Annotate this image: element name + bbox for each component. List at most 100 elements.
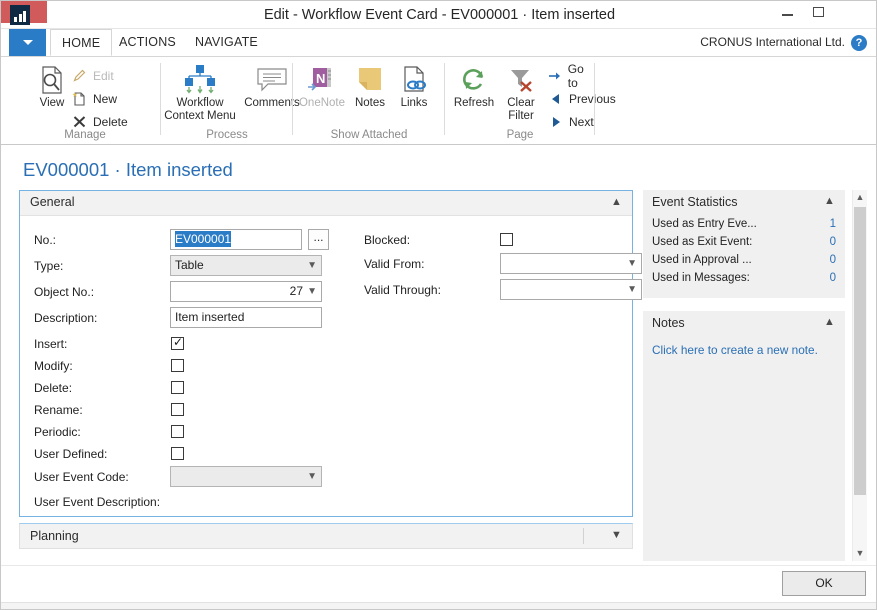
field-row-delete: Delete: <box>20 377 340 399</box>
insert-checkbox[interactable]: ✓ <box>171 335 184 350</box>
maximize-icon <box>813 7 824 17</box>
clear-filter-button[interactable]: Clear Filter <box>497 63 545 123</box>
new-button-label: New <box>93 91 118 106</box>
next-button-label: Next <box>569 114 594 129</box>
stat-row-entry-event: Used as Entry Eve... 1 <box>652 218 836 235</box>
valid-through-input[interactable]: ▼ <box>500 279 642 300</box>
user-event-description-label: User Event Description: <box>34 495 161 509</box>
chevron-down-icon[interactable]: ▼ <box>611 530 622 541</box>
notes-factbox-header[interactable]: Notes ▲ <box>643 311 845 337</box>
rename-checkbox[interactable] <box>171 403 184 416</box>
ribbon-group-manage-label: Manage <box>64 129 106 141</box>
tab-home[interactable]: HOME <box>50 29 113 56</box>
onenote-button-label: OneNote <box>298 97 346 109</box>
ribbon-group-show-attached: N OneNote Notes Links Show Attached <box>293 59 445 143</box>
workflow-context-menu-label-line2: Context Menu <box>164 110 236 122</box>
ok-button[interactable]: OK <box>782 571 866 596</box>
blocked-label: Blocked: <box>364 233 411 247</box>
field-row-user-event-code: User Event Code: ▼ <box>20 466 340 488</box>
workflow-event-card-window: Edit - Workflow Event Card - EV000001 · … <box>0 0 877 610</box>
field-row-blocked: Blocked: <box>350 229 630 251</box>
stat-value: 0 <box>829 236 836 248</box>
chevron-up-icon[interactable]: ▲ <box>611 197 622 208</box>
delete-button-label: Delete <box>93 114 128 129</box>
tab-navigate[interactable]: NAVIGATE <box>184 29 269 56</box>
onenote-button[interactable]: N OneNote <box>295 63 349 110</box>
valid-from-input[interactable]: ▼ <box>500 253 642 274</box>
svg-text:N: N <box>316 71 325 86</box>
page-content: EV000001 · Item inserted General ▲ No.: … <box>1 145 876 565</box>
ribbon-group-page: Refresh Clear Filter Go to Previous Next… <box>445 59 616 143</box>
group-divider <box>594 63 595 135</box>
user-event-code-label: User Event Code: <box>34 470 129 484</box>
stat-row-exit-event: Used as Exit Event: 0 <box>652 236 836 253</box>
title-bar: Edit - Workflow Event Card - EV000001 · … <box>1 1 876 29</box>
type-select[interactable]: Table ▼ <box>170 255 322 276</box>
no-input[interactable]: EV000001 <box>170 229 302 250</box>
chevron-down-icon <box>22 40 33 45</box>
new-button[interactable]: New <box>71 88 117 109</box>
description-input[interactable]: Item inserted <box>170 307 322 328</box>
user-event-code-select[interactable]: ▼ <box>170 466 322 487</box>
workflow-context-menu-button[interactable]: Workflow Context Menu <box>161 63 239 123</box>
user-defined-checkbox[interactable] <box>171 447 184 460</box>
scroll-down-arrow-icon[interactable]: ▼ <box>853 546 867 561</box>
tab-actions[interactable]: ACTIONS <box>108 29 187 56</box>
stat-label: Used in Approval ... <box>652 254 752 266</box>
create-note-link[interactable]: Click here to create a new note. <box>652 343 818 357</box>
notes-factbox: Notes ▲ Click here to create a new note. <box>643 311 845 561</box>
edit-button[interactable]: Edit <box>71 65 114 86</box>
field-row-type: Type: Table ▼ <box>20 255 340 277</box>
field-row-valid-from: Valid From: ▼ <box>350 253 642 275</box>
ribbon-tab-strip: HOME ACTIONS NAVIGATE CRONUS Internation… <box>1 29 876 57</box>
clear-filter-label-line1: Clear <box>507 97 535 109</box>
factbox-pane: Event Statistics ▲ Used as Entry Eve... … <box>643 190 845 561</box>
field-row-insert: Insert: ✓ <box>20 333 340 355</box>
event-statistics-header[interactable]: Event Statistics ▲ <box>643 190 845 216</box>
sticky-note-icon <box>347 63 393 97</box>
planning-fasttab[interactable]: Planning ▼ <box>19 523 633 549</box>
field-row-no: No.: EV000001 ... <box>20 229 340 251</box>
general-fasttab-header[interactable]: General ▲ <box>20 191 632 216</box>
divider <box>583 528 584 544</box>
previous-button[interactable]: Previous <box>547 88 616 109</box>
blocked-checkbox[interactable] <box>500 233 513 246</box>
x-cross-icon <box>71 113 88 130</box>
assist-edit-button[interactable]: ... <box>308 229 329 250</box>
delete-checkbox[interactable] <box>171 381 184 394</box>
chevron-up-icon[interactable]: ▲ <box>824 317 835 328</box>
insert-label: Insert: <box>34 337 68 351</box>
notes-button[interactable]: Notes <box>347 63 393 110</box>
triangle-left-icon <box>547 90 564 107</box>
link-chain-icon <box>391 63 437 97</box>
minimize-icon <box>782 14 793 16</box>
vertical-scrollbar[interactable]: ▲ ▼ <box>852 190 867 561</box>
pencil-icon <box>71 67 88 84</box>
help-icon[interactable]: ? <box>851 35 867 51</box>
general-fasttab-title: General <box>30 195 75 209</box>
object-no-input[interactable]: 27 ▼ <box>170 281 322 302</box>
valid-through-label: Valid Through: <box>364 283 441 297</box>
field-row-valid-through: Valid Through: ▼ <box>350 279 642 301</box>
stat-row-approval: Used in Approval ... 0 <box>652 254 836 271</box>
application-menu-button[interactable] <box>9 29 46 56</box>
modify-label: Modify: <box>34 359 73 373</box>
maximize-button[interactable] <box>803 1 834 23</box>
periodic-checkbox[interactable] <box>171 425 184 438</box>
type-select-value: Table <box>175 258 204 272</box>
stat-value: 0 <box>829 272 836 284</box>
no-input-value: EV000001 <box>175 231 232 247</box>
go-to-button[interactable]: Go to <box>547 62 595 90</box>
scrollbar-thumb[interactable] <box>854 207 866 495</box>
refresh-button[interactable]: Refresh <box>447 63 501 110</box>
chevron-up-icon[interactable]: ▲ <box>824 196 835 207</box>
delete-label: Delete: <box>34 381 73 395</box>
refresh-button-label: Refresh <box>453 97 495 109</box>
links-button[interactable]: Links <box>391 63 437 110</box>
notes-factbox-title: Notes <box>652 316 685 330</box>
field-row-user-event-description: User Event Description: <box>20 491 340 513</box>
modify-checkbox[interactable] <box>171 359 184 372</box>
minimize-button[interactable] <box>772 1 803 23</box>
check-icon: ✓ <box>173 335 184 349</box>
scroll-up-arrow-icon[interactable]: ▲ <box>853 190 867 205</box>
